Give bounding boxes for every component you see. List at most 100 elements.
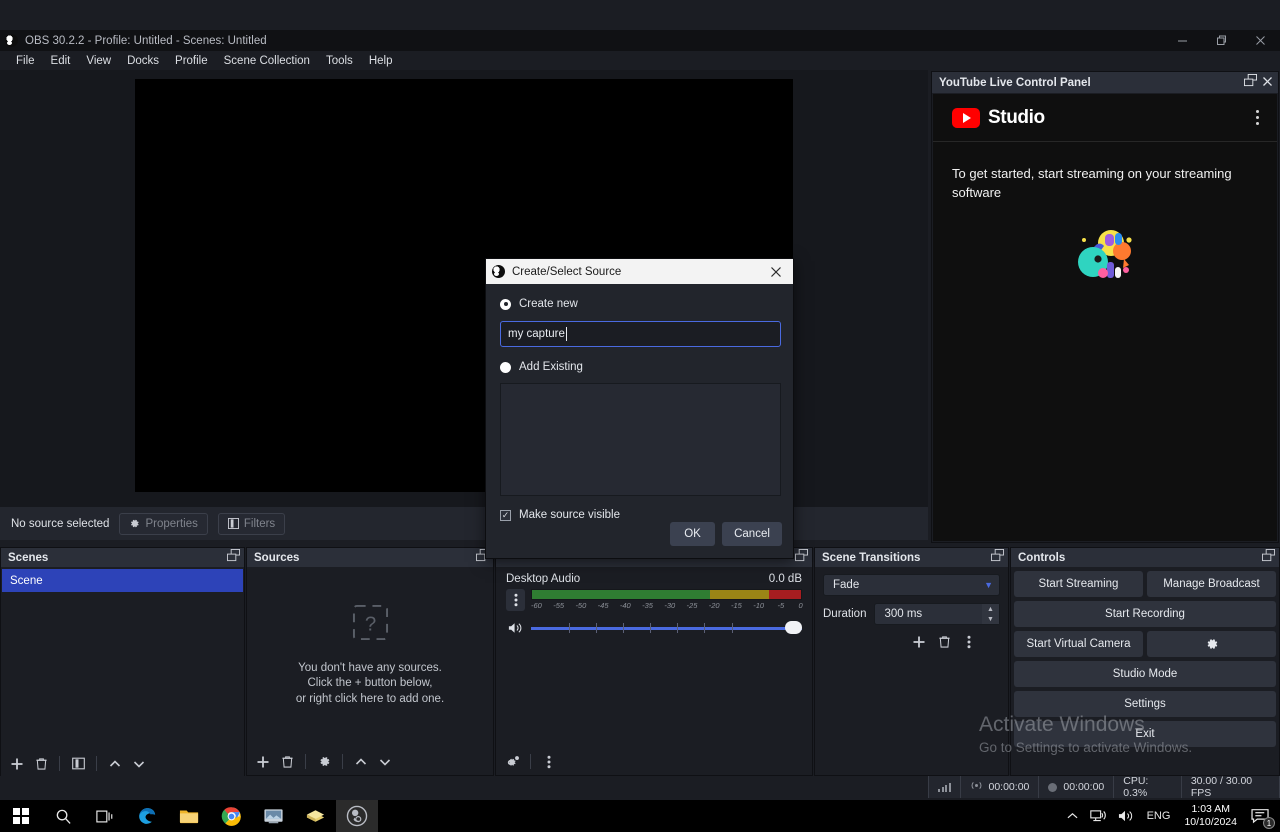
make-source-visible-checkbox[interactable]: ✓ bbox=[500, 510, 511, 521]
make-source-visible-row[interactable]: ✓ Make source visible bbox=[500, 509, 779, 521]
youtube-more-options-icon[interactable] bbox=[1250, 104, 1265, 131]
properties-button[interactable]: Properties bbox=[119, 513, 207, 535]
transitions-dock-title: Scene Transitions bbox=[822, 552, 920, 564]
properties-label: Properties bbox=[145, 518, 197, 530]
toolbar-divider bbox=[96, 756, 97, 771]
mixer-menu-icon[interactable] bbox=[538, 751, 560, 772]
manage-broadcast-button[interactable]: Manage Broadcast bbox=[1147, 571, 1276, 597]
virtual-camera-settings-icon[interactable] bbox=[1147, 631, 1276, 657]
float-dock-icon[interactable] bbox=[1262, 549, 1275, 567]
remove-scene-icon[interactable] bbox=[30, 753, 52, 774]
minimize-icon[interactable] bbox=[1163, 30, 1202, 51]
obs-icon[interactable] bbox=[336, 800, 378, 832]
network-icon[interactable] bbox=[1084, 800, 1112, 832]
settings-button[interactable]: Settings bbox=[1014, 691, 1276, 717]
move-source-down-icon[interactable] bbox=[374, 751, 396, 772]
chrome-icon[interactable] bbox=[210, 800, 252, 832]
photos-icon[interactable] bbox=[252, 800, 294, 832]
speaker-icon[interactable] bbox=[506, 618, 525, 637]
scale-tick: -25 bbox=[687, 601, 698, 610]
close-icon[interactable] bbox=[1241, 30, 1280, 51]
advanced-audio-properties-icon[interactable] bbox=[501, 751, 523, 772]
filters-button[interactable]: Filters bbox=[218, 513, 285, 535]
window-title: OBS 30.2.2 - Profile: Untitled - Scenes:… bbox=[25, 35, 267, 47]
menu-file[interactable]: File bbox=[8, 53, 43, 69]
create-new-radio-row[interactable]: Create new bbox=[500, 296, 779, 312]
remove-source-icon[interactable] bbox=[276, 751, 298, 772]
stepper-up-icon[interactable]: ▲ bbox=[982, 604, 999, 614]
filters-icon bbox=[228, 518, 239, 529]
remove-transition-icon[interactable] bbox=[933, 631, 955, 652]
exit-button[interactable]: Exit bbox=[1014, 721, 1276, 747]
start-streaming-button[interactable]: Start Streaming bbox=[1014, 571, 1143, 597]
float-dock-icon[interactable] bbox=[991, 549, 1004, 567]
menu-tools[interactable]: Tools bbox=[318, 53, 361, 69]
show-hidden-icons[interactable] bbox=[1061, 800, 1084, 832]
sources-dock-body[interactable]: ? You don't have any sources. Click the … bbox=[247, 567, 493, 775]
dialog-close-icon[interactable] bbox=[759, 259, 793, 284]
cancel-button[interactable]: Cancel bbox=[722, 522, 782, 546]
start-virtual-camera-button[interactable]: Start Virtual Camera bbox=[1014, 631, 1143, 657]
menu-edit[interactable]: Edit bbox=[43, 53, 79, 69]
stepper-down-icon[interactable]: ▼ bbox=[982, 614, 999, 624]
float-dock-icon[interactable] bbox=[795, 549, 808, 567]
file-explorer-icon[interactable] bbox=[168, 800, 210, 832]
task-view-icon[interactable] bbox=[84, 800, 126, 832]
volume-icon[interactable] bbox=[1112, 800, 1141, 832]
notification-badge: 1 bbox=[1263, 817, 1275, 829]
search-icon[interactable] bbox=[42, 800, 84, 832]
gear-icon bbox=[129, 518, 140, 529]
source-properties-icon[interactable] bbox=[313, 751, 335, 772]
language-indicator[interactable]: ENG bbox=[1141, 800, 1177, 832]
menu-scene-collection[interactable]: Scene Collection bbox=[216, 53, 318, 69]
scene-list-item[interactable]: Scene bbox=[2, 569, 243, 592]
clock[interactable]: 1:03 AM 10/10/2024 bbox=[1176, 803, 1245, 829]
volume-slider[interactable] bbox=[531, 620, 802, 636]
add-existing-radio[interactable] bbox=[500, 362, 511, 373]
stepper-arrows[interactable]: ▲ ▼ bbox=[982, 604, 999, 624]
menu-view[interactable]: View bbox=[78, 53, 119, 69]
youtube-brand-label: Studio bbox=[988, 107, 1045, 129]
source-name-input[interactable]: my capture bbox=[500, 321, 781, 347]
status-bar: 00:00:00 00:00:00 CPU: 0.3% 30.00 / 30.0… bbox=[928, 776, 1280, 798]
notification-center-icon[interactable]: 1 bbox=[1245, 800, 1280, 832]
close-dock-icon[interactable] bbox=[1262, 74, 1273, 92]
add-transition-icon[interactable] bbox=[908, 631, 930, 652]
add-scene-icon[interactable] bbox=[6, 753, 28, 774]
scale-tick: -50 bbox=[575, 601, 586, 610]
scale-tick: -5 bbox=[778, 601, 785, 610]
start-icon[interactable] bbox=[0, 800, 42, 832]
scale-tick: -10 bbox=[753, 601, 764, 610]
scene-filters-icon[interactable] bbox=[67, 753, 89, 774]
duration-label: Duration bbox=[823, 608, 866, 620]
status-record-time: 00:00:00 bbox=[1039, 776, 1114, 798]
move-scene-up-icon[interactable] bbox=[104, 753, 126, 774]
menu-help[interactable]: Help bbox=[361, 53, 401, 69]
float-dock-icon[interactable] bbox=[1244, 74, 1257, 92]
restore-icon[interactable] bbox=[1202, 30, 1241, 51]
status-stream-time: 00:00:00 bbox=[961, 776, 1040, 798]
create-new-radio[interactable] bbox=[500, 299, 511, 310]
scale-tick: -35 bbox=[642, 601, 653, 610]
sticky-notes-icon[interactable] bbox=[294, 800, 336, 832]
add-source-icon[interactable] bbox=[252, 751, 274, 772]
start-recording-button[interactable]: Start Recording bbox=[1014, 601, 1276, 627]
move-source-up-icon[interactable] bbox=[350, 751, 372, 772]
move-scene-down-icon[interactable] bbox=[128, 753, 150, 774]
scale-tick: 0 bbox=[799, 601, 803, 610]
ok-button[interactable]: OK bbox=[670, 522, 715, 546]
menu-docks[interactable]: Docks bbox=[119, 53, 167, 69]
slider-knob[interactable] bbox=[785, 621, 802, 634]
edge-icon[interactable] bbox=[126, 800, 168, 832]
existing-sources-list[interactable] bbox=[500, 383, 781, 496]
transition-menu-icon[interactable] bbox=[958, 631, 980, 652]
menu-profile[interactable]: Profile bbox=[167, 53, 216, 69]
add-existing-radio-row[interactable]: Add Existing bbox=[500, 359, 779, 375]
studio-mode-button[interactable]: Studio Mode bbox=[1014, 661, 1276, 687]
channel-menu-icon[interactable] bbox=[506, 589, 525, 611]
float-dock-icon[interactable] bbox=[227, 549, 240, 567]
transition-select[interactable]: Fade ▼ bbox=[823, 574, 1000, 596]
scenes-dock-title: Scenes bbox=[8, 552, 48, 564]
youtube-studio-brand[interactable]: Studio bbox=[952, 107, 1045, 129]
duration-stepper[interactable]: 300 ms ▲ ▼ bbox=[874, 603, 1000, 625]
